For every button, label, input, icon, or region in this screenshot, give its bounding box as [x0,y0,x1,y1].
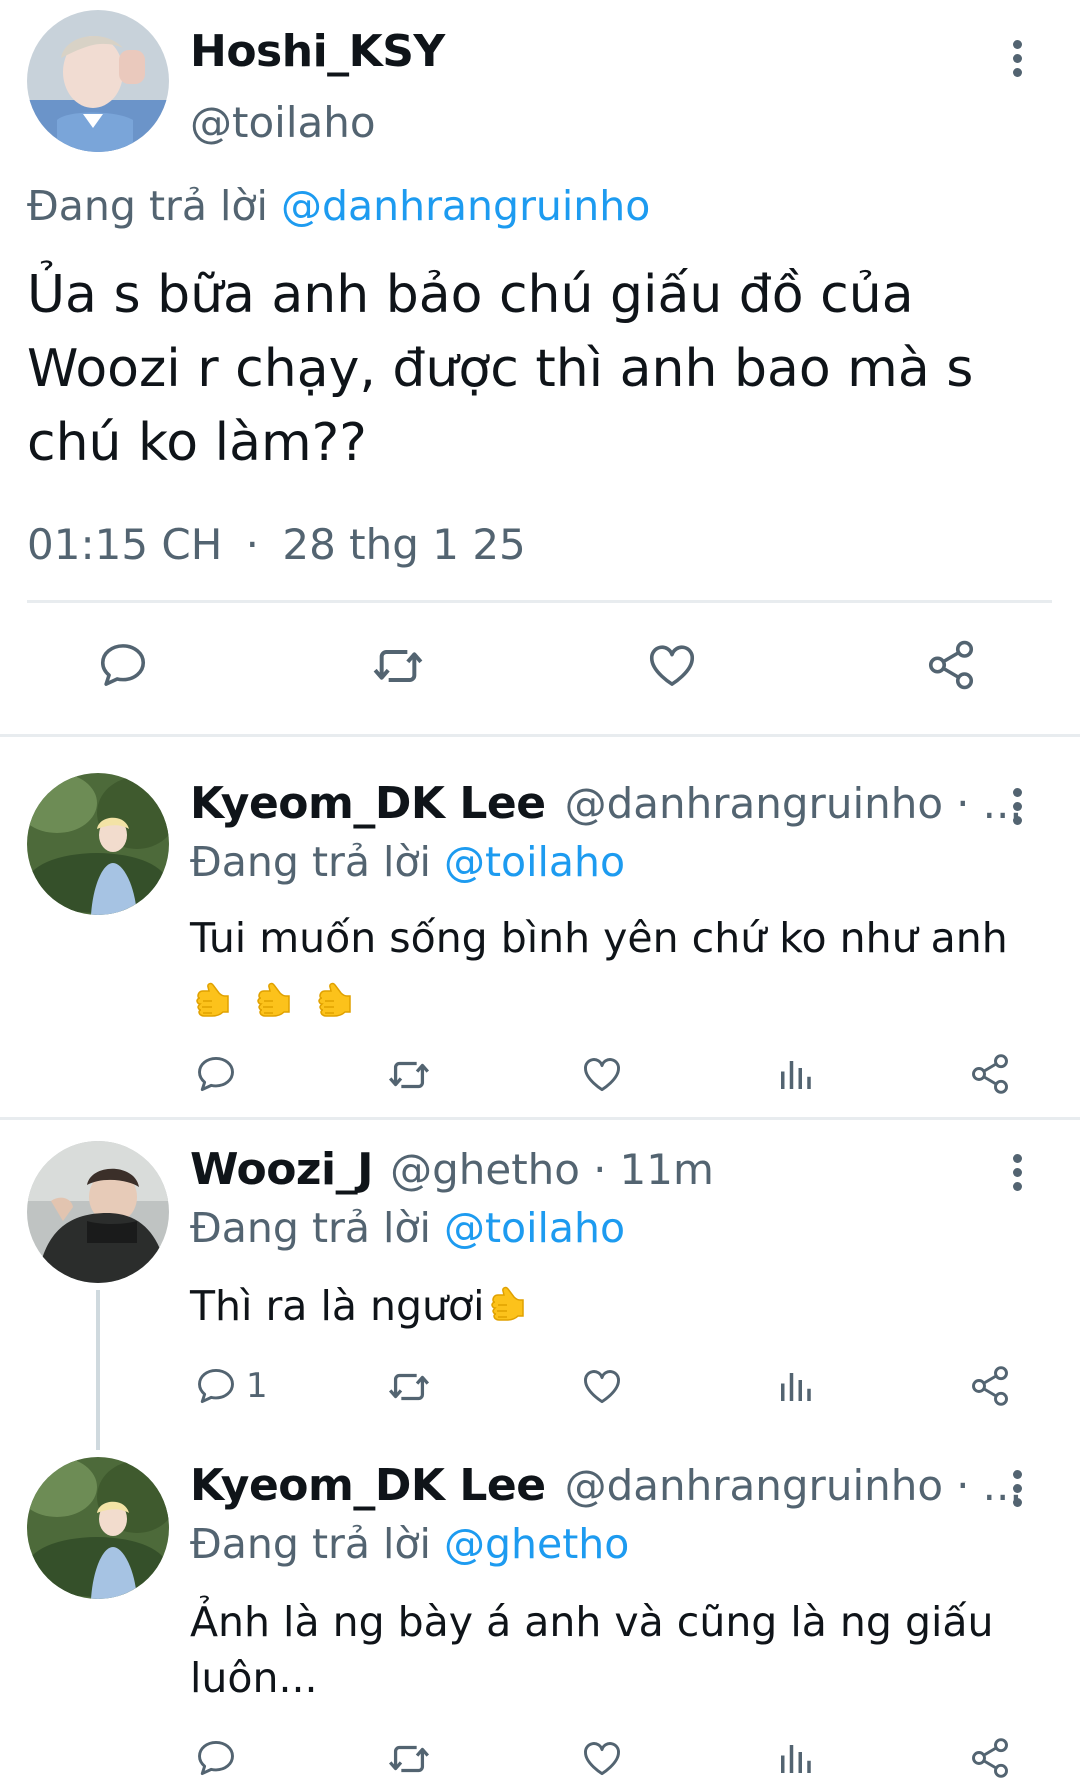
replying-to-mention[interactable]: @toilaho [444,1204,625,1252]
avatar[interactable] [27,773,169,915]
author-display-name[interactable]: Kyeom_DK Lee [190,778,546,829]
thread-line [96,1290,100,1450]
replying-to-line: Đang trả lời @ghetho [190,1520,629,1568]
heart-icon[interactable] [580,1736,624,1780]
views-icon[interactable] [774,1054,816,1096]
author-display-name[interactable]: Woozi_J [190,1144,373,1195]
more-vertical-icon[interactable] [1011,40,1023,84]
replying-prefix: Đang trả lời [190,838,431,886]
retweet-icon[interactable] [370,638,426,694]
avatar[interactable] [27,10,169,152]
author-handle[interactable]: @danhrangruinho [565,779,943,828]
heart-icon[interactable] [580,1364,624,1408]
reply-header: Woozi_J @ghetho · 11m [190,1144,714,1195]
more-vertical-icon[interactable] [1011,1154,1023,1198]
tweet-time: 01:15 CH [27,520,223,569]
heart-icon[interactable] [580,1052,624,1096]
replying-prefix: Đang trả lời [190,1520,431,1568]
divider [0,734,1080,737]
reply-icon[interactable] [194,1736,238,1780]
share-icon[interactable] [924,638,978,692]
replying-to-line: Đang trả lời @toilaho [190,838,625,886]
replying-to-mention[interactable]: @danhrangruinho [281,182,650,230]
tweet-text-line: Ủa s bữa anh bảo chú giấu đồ của [27,265,914,325]
pointing-hand-emoji [485,1280,533,1328]
emoji-row [190,974,1050,1030]
avatar[interactable] [27,1141,169,1283]
more-vertical-icon[interactable] [1011,1470,1023,1514]
retweet-icon[interactable] [386,1364,432,1410]
reply-icon[interactable] [194,1364,238,1408]
tweet-text: Ủa s bữa anh bảo chú giấu đồ của Woozi r… [27,258,973,480]
replying-to-mention[interactable]: @toilaho [444,838,625,886]
reply-icon[interactable] [194,1052,238,1096]
author-display-name[interactable]: Kyeom_DK Lee [190,1460,546,1511]
pointing-hand-emoji [312,976,360,1024]
tweet-text-line: Thì ra là ngươi [190,1282,485,1330]
retweet-icon[interactable] [386,1736,432,1782]
replying-prefix: Đang trả lời [27,182,268,230]
tweet-text-line: Ảnh là ng bày á anh và cũng là ng giấu [190,1598,994,1646]
reply-header: Kyeom_DK Lee @danhrangruinho · ... [190,778,1023,829]
tweet-text: Ảnh là ng bày á anh và cũng là ng giấu l… [190,1594,1070,1706]
author-handle[interactable]: @toilaho [190,98,376,147]
separator: · [956,779,970,828]
tweet-text-line: Woozi r chạy, được thì anh bao mà s [27,339,974,399]
replying-to-line: Đang trả lời @danhrangruinho [27,182,650,230]
tweet-text: Tui muốn sống bình yên chứ ko như anh [190,910,1050,1030]
share-icon[interactable] [968,1364,1012,1408]
avatar[interactable] [27,1457,169,1599]
retweet-icon[interactable] [386,1052,432,1098]
separator: · [956,1461,970,1510]
tweet-text-line: luôn... [190,1654,318,1702]
reply-count: 1 [246,1366,268,1406]
tweet-text-line: Tui muốn sống bình yên chứ ko như anh [190,914,1008,962]
author-handle[interactable]: @danhrangruinho [565,1461,943,1510]
heart-icon[interactable] [645,638,699,692]
tweet-text: Thì ra là ngươi [190,1278,1050,1334]
share-icon[interactable] [968,1736,1012,1780]
pointing-hand-emoji [251,976,299,1024]
replying-to-mention[interactable]: @ghetho [444,1520,629,1568]
tweet-date: 28 thg 1 25 [282,520,526,569]
separator: · [245,520,260,569]
pointing-hand-emoji [190,976,238,1024]
author-handle[interactable]: @ghetho [390,1145,580,1194]
tweet-time[interactable]: 11m [620,1145,714,1194]
divider [27,600,1052,603]
share-icon[interactable] [968,1052,1012,1096]
tweet-text-line: chú ko làm?? [27,413,367,473]
separator: · [593,1145,607,1194]
views-icon[interactable] [774,1738,816,1780]
author-display-name[interactable]: Hoshi_KSY [190,26,445,77]
reply-icon[interactable] [96,638,150,692]
tweet-timestamp[interactable]: 01:15 CH · 28 thg 1 25 [27,520,526,569]
replying-prefix: Đang trả lời [190,1204,431,1252]
views-icon[interactable] [774,1366,816,1408]
more-vertical-icon[interactable] [1011,788,1023,832]
replying-to-line: Đang trả lời @toilaho [190,1204,625,1252]
reply-header: Kyeom_DK Lee @danhrangruinho · ... [190,1460,1023,1511]
divider [0,1117,1080,1120]
